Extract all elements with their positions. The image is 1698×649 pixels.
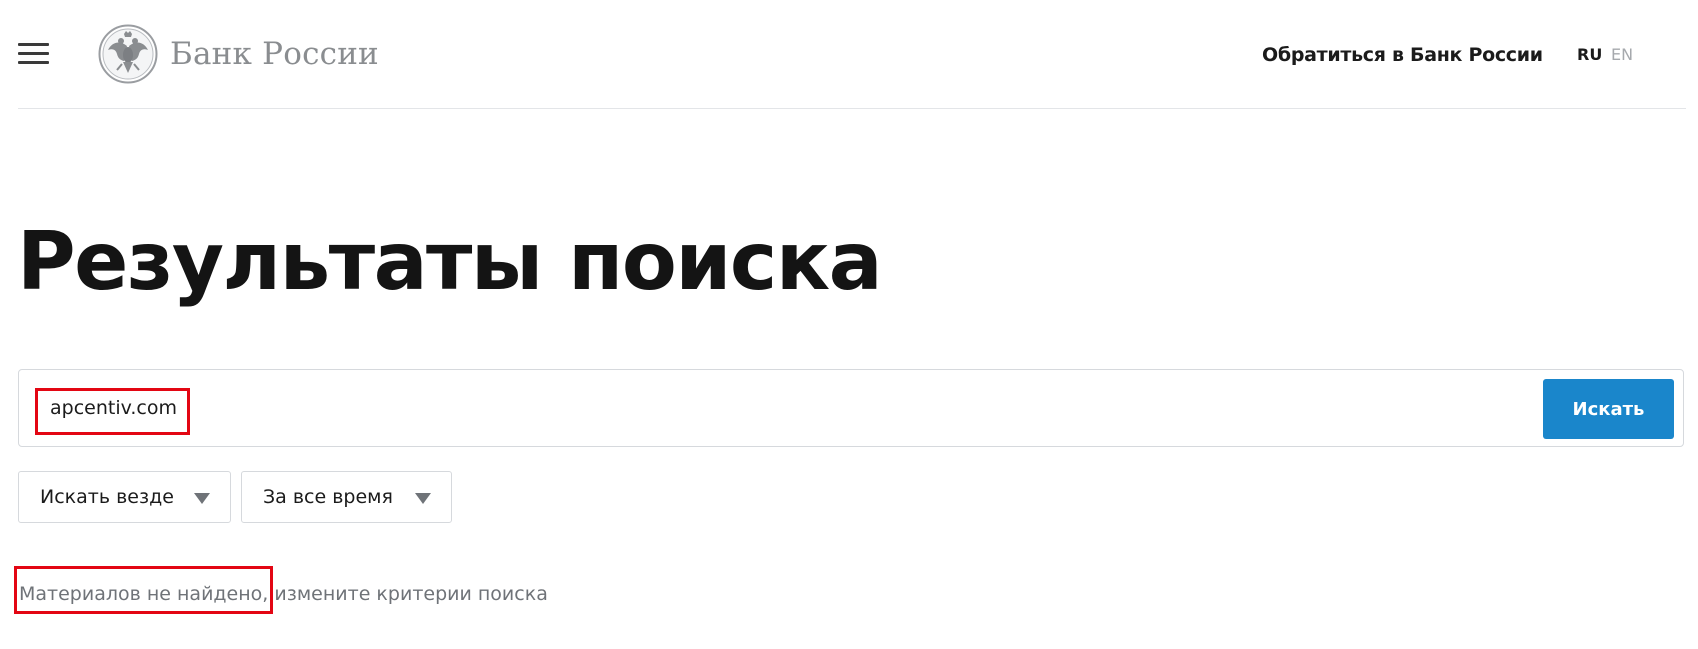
not-found-text: Материалов не найдено <box>19 583 263 605</box>
logo[interactable]: Банк России <box>98 24 379 84</box>
triangle-down-icon <box>415 493 431 504</box>
logo-text: Банк России <box>170 36 379 72</box>
search-input[interactable] <box>50 390 1550 426</box>
menu-icon[interactable] <box>18 43 49 65</box>
hint-text: измените критерии поиска <box>274 583 548 605</box>
double-headed-eagle-icon <box>98 24 158 84</box>
triangle-down-icon <box>194 493 210 504</box>
page-title: Результаты поиска <box>17 215 883 308</box>
lang-en-link[interactable]: EN <box>1611 45 1633 64</box>
separator-text: , <box>262 583 275 605</box>
header-divider <box>18 108 1686 109</box>
lang-ru-link[interactable]: RU <box>1577 45 1602 64</box>
site-header: Банк России Обратиться в Банк России RU … <box>0 0 1698 110</box>
period-dropdown[interactable]: За все время <box>241 471 452 523</box>
search-box <box>18 369 1684 447</box>
scope-dropdown-label: Искать везде <box>40 486 174 508</box>
scope-dropdown[interactable]: Искать везде <box>18 471 231 523</box>
period-dropdown-label: За все время <box>263 486 393 508</box>
no-results-message: Материалов не найдено, измените критерии… <box>19 583 548 605</box>
search-button[interactable]: Искать <box>1543 379 1674 439</box>
contact-bank-link[interactable]: Обратиться в Банк России <box>1262 44 1543 66</box>
